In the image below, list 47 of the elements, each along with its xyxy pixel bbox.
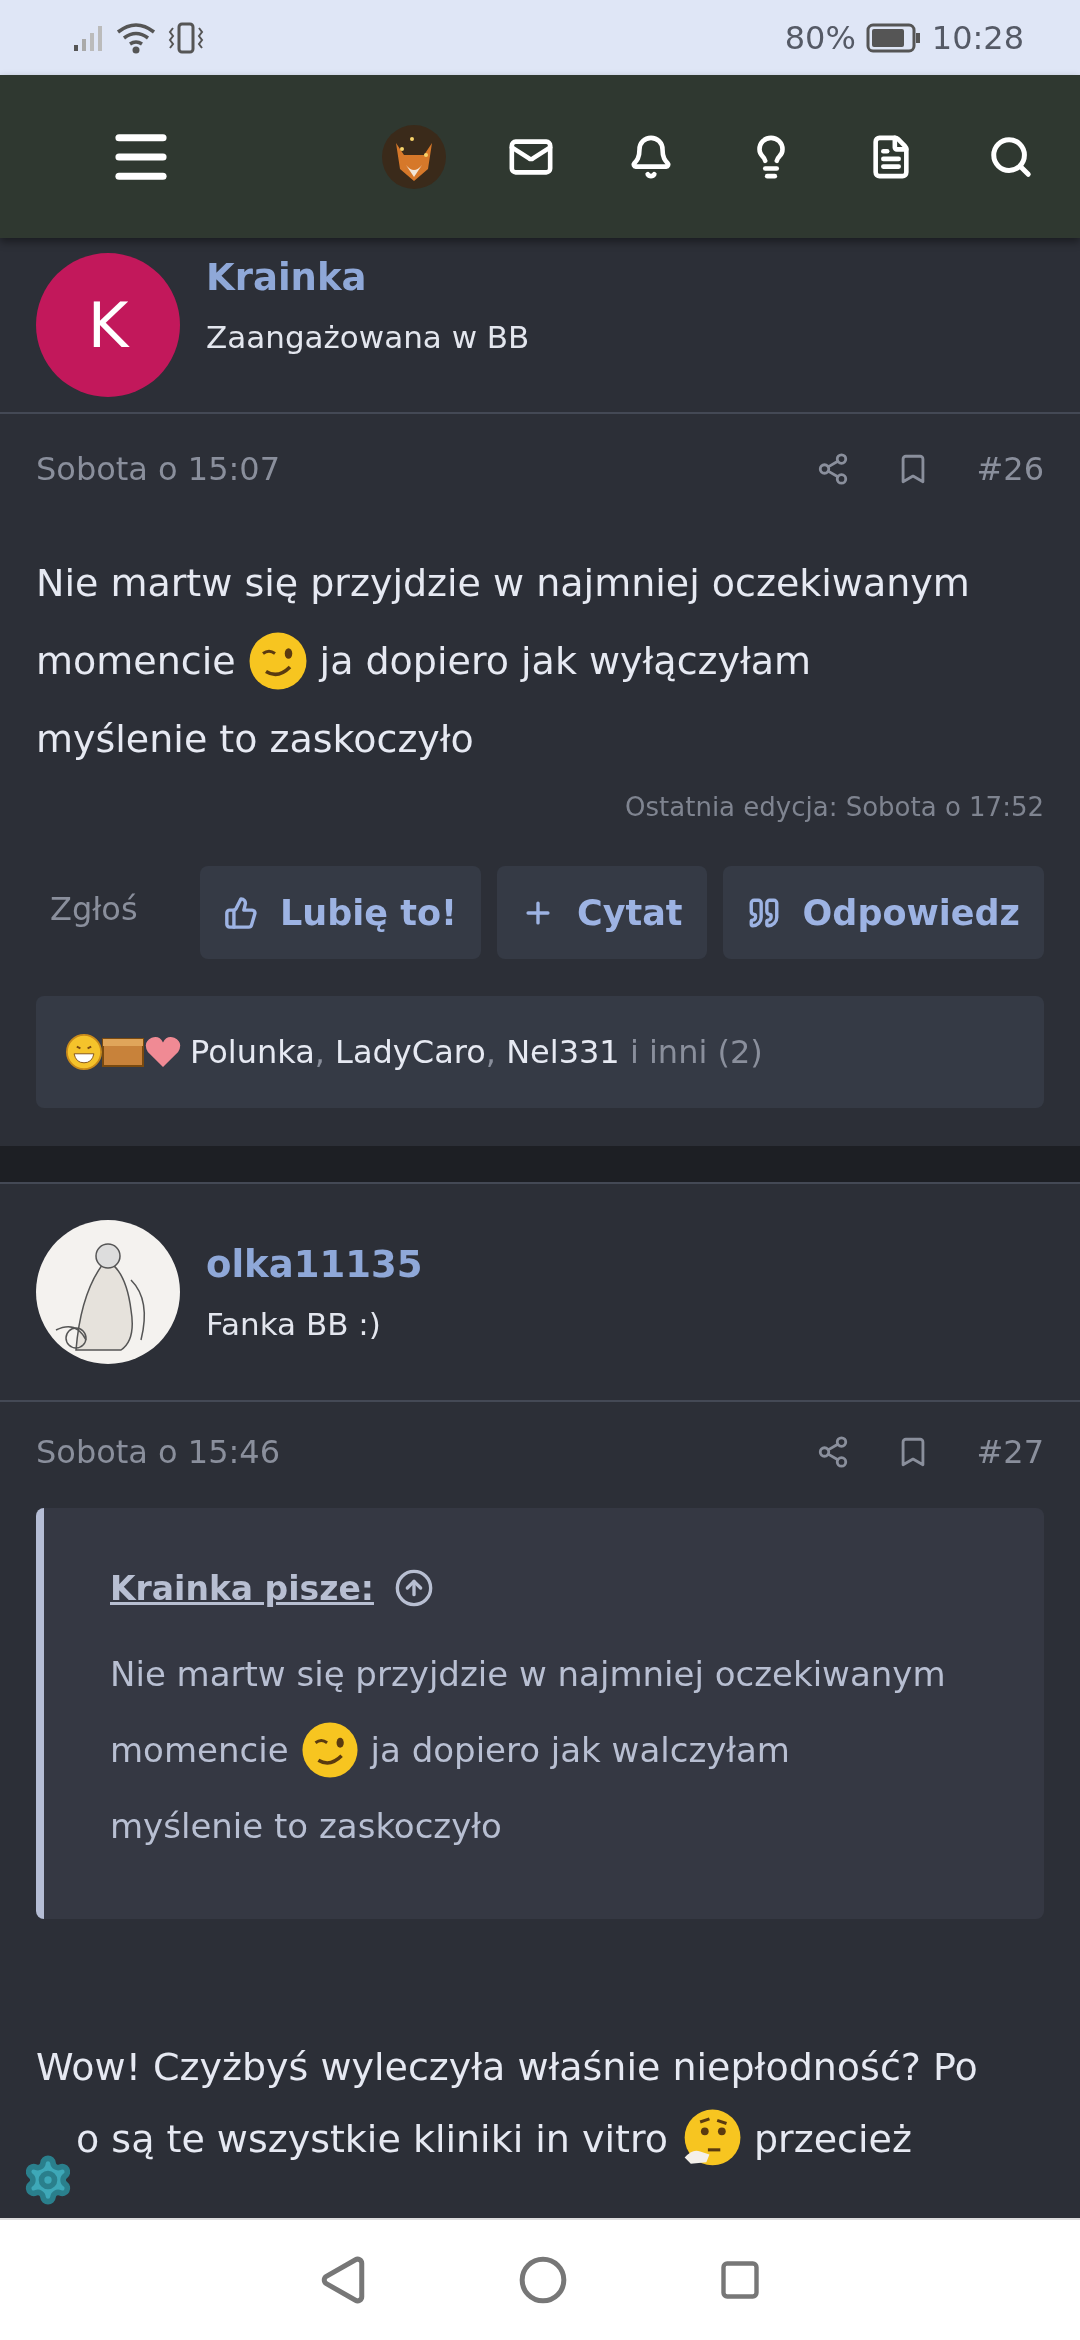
user-title: Fanka BB :) [206,1305,382,1342]
thumbs-up-icon [224,895,259,930]
quote-source-link[interactable]: Krainka pisze: [110,1568,374,1608]
post-date: Sobota o 15:46 [36,1433,281,1471]
post-text: Wow! Czyżbyś wyleczyła właśnie niepłodność? Po [36,2045,978,2089]
reactions-bar[interactable]: Polunka, LadyCaro, Nel331 i inni (2) [36,996,1044,1108]
vibrate-icon [166,21,206,54]
post-text: momencie [36,639,236,683]
post-date: Sobota o 15:07 [36,450,281,488]
edit-note: Ostatnia edycja: Sobota o 17:52 [624,791,1045,822]
recents-icon[interactable] [718,2258,762,2302]
battery-percentage: 80% [784,18,856,57]
post-text: przecież [754,2117,912,2161]
winking-face-icon [300,1721,359,1779]
post-text: o są te wszystkie kliniki in vitro [76,2117,668,2161]
separator-comma: , [314,1033,326,1071]
report-link[interactable]: Zgłoś [36,866,185,952]
wifi-icon [116,21,156,54]
post-number[interactable]: #27 [976,1433,1044,1471]
reactor-name[interactable]: Nel331 [506,1033,620,1071]
clock: 10:28 [931,18,1024,57]
winking-face-icon [247,631,308,691]
post-text: ja dopiero jak wyłączyłam [319,639,812,683]
action-button[interactable]: Odpowiedz [722,866,1044,959]
more-reactors-link[interactable]: i inni (2) [619,1033,763,1071]
jump-up-icon[interactable] [394,1568,434,1608]
reactor-name[interactable]: LadyCaro [335,1033,486,1071]
user-title: Zaangażowana w BB [206,318,530,355]
post-text: Nie martw się przyjdzie w najmniej oczekiwanym [36,561,970,605]
box-icon [102,1036,144,1068]
reactor-name[interactable]: Polunka [190,1033,315,1071]
post-text: myślenie to zaskoczyło [36,717,474,761]
post-text: myślenie to zaskoczyło [110,1806,502,1846]
post-number[interactable]: #26 [976,450,1044,488]
post-text: ja dopiero jak walczyłam [370,1730,790,1770]
post-text: Nie martw się przyjdzie w najmniej oczekiwanym [110,1654,946,1694]
home-icon[interactable] [518,2255,568,2305]
grinning-face-icon [66,1034,102,1070]
action-button[interactable]: Cytat [497,866,707,959]
user-avatar[interactable]: K [36,253,180,397]
heart-icon [144,1035,182,1069]
action-button[interactable]: Lubię to! [200,866,481,959]
username[interactable]: olka11135 [206,1242,423,1286]
post-text: momencie [110,1730,289,1770]
username[interactable]: Krainka [206,255,530,299]
separator-comma: , [485,1033,497,1071]
battery-icon [865,22,922,53]
